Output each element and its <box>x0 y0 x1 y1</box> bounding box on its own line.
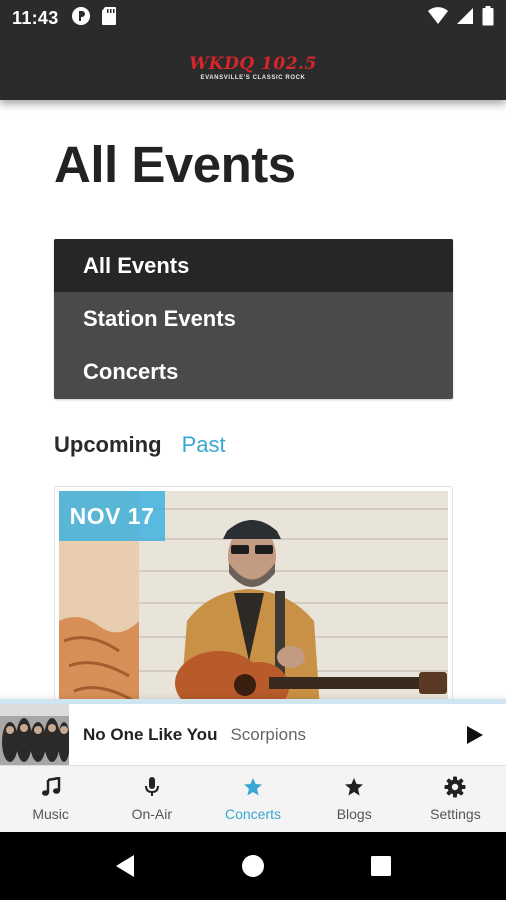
sd-card-icon <box>101 6 117 31</box>
home-button[interactable] <box>189 832 317 900</box>
event-image: NOV 17 <box>59 491 448 721</box>
wifi-icon <box>428 6 448 30</box>
now-playing-bar[interactable]: No One Like You Scorpions <box>0 699 506 765</box>
nav-label-concerts: Concerts <box>224 806 282 822</box>
status-right-icons <box>428 5 494 31</box>
nav-item-music[interactable]: Music <box>0 766 101 832</box>
event-card[interactable]: NOV 17 <box>54 486 453 726</box>
tab-upcoming[interactable]: Upcoming <box>54 432 162 458</box>
filter-item-station-events[interactable]: Station Events <box>54 292 453 345</box>
nav-item-on-air[interactable]: On-Air <box>101 766 202 832</box>
event-filter-menu: All Events Station Events Concerts <box>54 239 453 399</box>
filter-item-concerts[interactable]: Concerts <box>54 345 453 398</box>
nav-label-music: Music <box>32 806 69 822</box>
battery-icon <box>482 5 494 31</box>
now-playing-artist: Scorpions <box>230 724 307 744</box>
station-logo[interactable]: WKDQ 102.5 EVANSVILLE'S CLASSIC ROCK <box>189 53 317 81</box>
nav-item-blogs[interactable]: Blogs <box>304 766 405 832</box>
album-art <box>0 704 69 765</box>
signal-icon <box>456 7 474 30</box>
status-time: 11:43 <box>12 7 59 28</box>
app-header: WKDQ 102.5 EVANSVILLE'S CLASSIC ROCK <box>0 36 506 100</box>
back-icon <box>116 855 134 877</box>
gear-icon <box>444 776 466 798</box>
nav-item-settings[interactable]: Settings <box>405 766 506 832</box>
star-icon <box>343 776 365 798</box>
logo-main: WKDQ 102.5 <box>189 53 317 74</box>
nav-label-on-air: On-Air <box>131 806 173 822</box>
filter-item-all-events[interactable]: All Events <box>54 239 453 292</box>
time-tabs: Upcoming Past <box>54 432 226 458</box>
bottom-nav: Music On-Air Concerts Blogs Settings <box>0 765 506 832</box>
page-title: All Events <box>54 136 296 193</box>
podcast-icon <box>71 6 91 31</box>
tab-past[interactable]: Past <box>182 432 226 458</box>
nav-item-concerts[interactable]: Concerts <box>202 766 303 832</box>
star-icon <box>242 776 264 798</box>
back-button[interactable] <box>61 832 189 900</box>
event-date-badge: NOV 17 <box>59 491 165 541</box>
nav-label-blogs: Blogs <box>336 806 372 822</box>
logo-sub: EVANSVILLE'S CLASSIC ROCK <box>200 74 306 81</box>
play-icon <box>467 725 483 744</box>
microphone-icon <box>141 776 163 798</box>
play-button[interactable] <box>456 717 492 753</box>
recents-icon <box>371 856 391 876</box>
status-bar: 11:43 <box>0 0 506 36</box>
music-note-icon <box>40 776 62 798</box>
nav-label-settings: Settings <box>430 806 481 822</box>
system-nav-bar <box>0 832 506 900</box>
recents-button[interactable] <box>317 832 445 900</box>
status-left-icons <box>71 6 117 31</box>
now-playing-title: No One Like You <box>83 724 218 744</box>
home-icon <box>242 855 264 877</box>
